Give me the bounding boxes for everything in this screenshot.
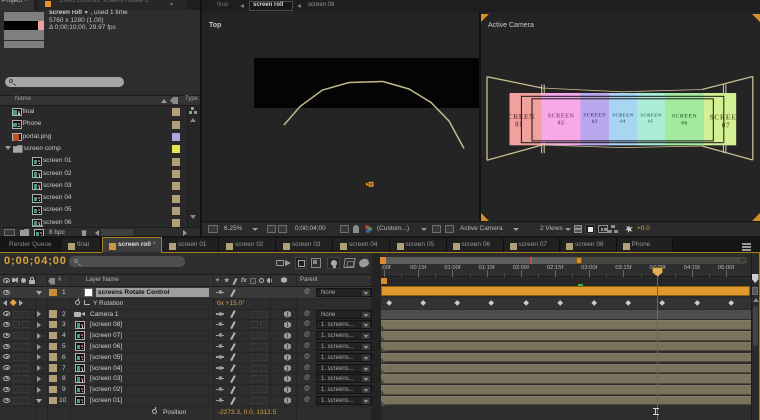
svg-text:SCREEN: SCREEN [583,114,606,119]
svg-text:06: 06 [681,121,688,127]
svg-text:SCREEN: SCREEN [672,114,697,120]
svg-text:SCREEN: SCREEN [640,113,662,118]
svg-text:02: 02 [558,121,565,127]
svg-text:07: 07 [722,121,730,130]
svg-text:SCREEN: SCREEN [548,114,575,120]
svg-text:03: 03 [592,120,598,125]
svg-text:04: 04 [620,119,626,124]
svg-text:05: 05 [648,119,654,124]
svg-text:SCREEN: SCREEN [612,113,634,118]
